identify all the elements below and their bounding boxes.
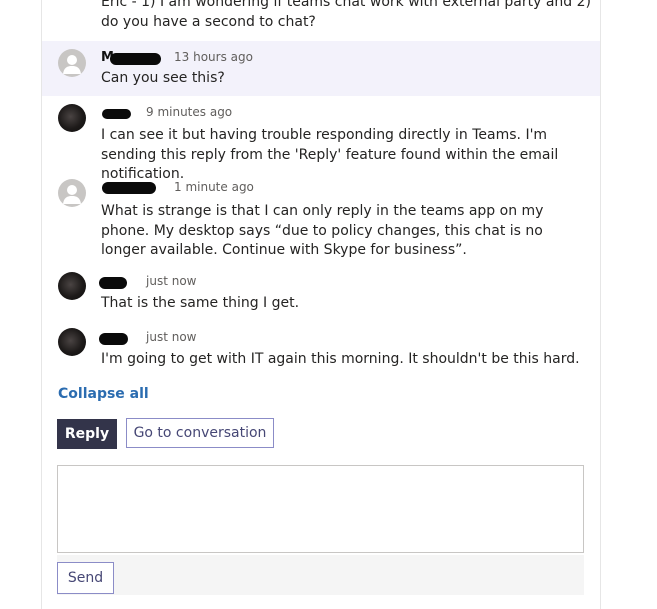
message-text: What is strange is that I can only reply… — [101, 203, 544, 258]
message-item[interactable]: just now That is the same thing I get. — [42, 265, 600, 320]
message-time: just now — [146, 330, 197, 344]
author-name-redacted — [102, 182, 156, 194]
author-name-redacted — [99, 333, 128, 345]
avatar[interactable] — [58, 49, 86, 77]
avatar[interactable] — [58, 272, 86, 300]
message-item[interactable]: M 13 hours ago Can you see this? — [42, 41, 600, 96]
person-icon — [63, 55, 81, 74]
message-item[interactable]: 1 minute ago What is strange is that I c… — [42, 171, 600, 265]
avatar[interactable] — [58, 179, 86, 207]
conversation-panel: Eric - 1) I am wondering if teams chat w… — [41, 0, 601, 609]
message-time: 9 minutes ago — [146, 105, 233, 119]
message-text: Eric - 1) I am wondering if teams chat w… — [101, 0, 592, 30]
message-time: 1 minute ago — [174, 180, 254, 194]
author-name-redacted — [99, 277, 127, 289]
collapse-all-link[interactable]: Collapse all — [58, 386, 149, 402]
message-time: 13 hours ago — [174, 50, 253, 64]
person-icon — [63, 185, 81, 204]
message-partial: Eric - 1) I am wondering if teams chat w… — [42, 0, 600, 40]
avatar[interactable] — [58, 104, 86, 132]
send-button[interactable]: Send — [57, 562, 114, 594]
message-text: I'm going to get with IT again this morn… — [101, 351, 580, 367]
send-bar — [57, 555, 584, 595]
author-name-redacted — [102, 109, 131, 119]
avatar[interactable] — [58, 328, 86, 356]
go-to-conversation-button[interactable]: Go to conversation — [126, 418, 274, 448]
reply-textarea[interactable] — [57, 465, 584, 553]
author-name-redacted — [110, 53, 161, 65]
message-text: Can you see this? — [101, 70, 225, 86]
reply-button[interactable]: Reply — [57, 419, 117, 449]
message-text: That is the same thing I get. — [101, 295, 300, 311]
message-item[interactable]: 9 minutes ago I can see it but having tr… — [42, 96, 600, 182]
message-time: just now — [146, 274, 197, 288]
message-item[interactable]: just now I'm going to get with IT again … — [42, 320, 600, 375]
